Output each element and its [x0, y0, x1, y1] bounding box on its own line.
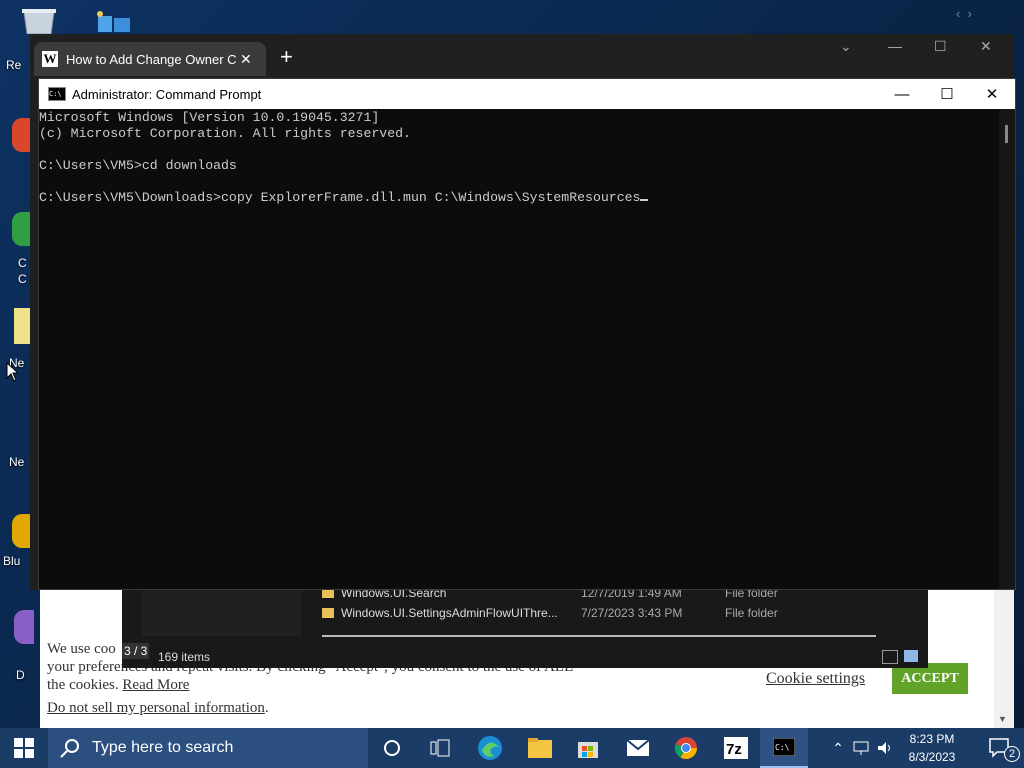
desktop-icon-label: Blu	[3, 554, 21, 568]
new-tab-button[interactable]: +	[280, 46, 293, 68]
cmd-title: Administrator: Command Prompt	[72, 86, 262, 102]
volume-icon[interactable]	[874, 728, 896, 768]
page-indicator: 3 / 3	[122, 643, 150, 659]
cmd-console[interactable]: Microsoft Windows [Version 10.0.19045.32…	[39, 109, 999, 590]
desktop-app-icon[interactable]	[12, 514, 32, 548]
minimize-icon[interactable]: —	[888, 38, 902, 54]
chevron-up-icon[interactable]: ⌃	[828, 728, 848, 768]
chrome-icon[interactable]	[662, 728, 710, 768]
details-view-icon[interactable]	[882, 650, 898, 664]
cmd-scrollbar[interactable]	[999, 109, 1015, 589]
nav-arrows: ‹ ›	[956, 6, 972, 21]
cortana-icon[interactable]	[368, 728, 416, 768]
notification-count-badge: 2	[1004, 746, 1020, 762]
minimize-button[interactable]: —	[879, 79, 925, 109]
close-tab-icon[interactable]: ✕	[240, 51, 252, 68]
desktop-icon-label: Ne	[9, 455, 25, 469]
read-more-link[interactable]: Read More	[122, 677, 189, 693]
cmd-taskbar-icon[interactable]: C:\	[760, 728, 808, 768]
desktop-app-icon[interactable]	[12, 118, 32, 152]
desktop-icon-label: Re	[6, 58, 22, 72]
desktop-icon-label: C	[18, 256, 27, 270]
file-explorer-window: Windows.UI.Search 12/7/2019 1:49 AM File…	[122, 586, 928, 668]
folder-icon	[322, 608, 334, 618]
file-date: 7/27/2023 3:43 PM	[581, 606, 683, 620]
desktop-icon-label: D	[16, 668, 25, 682]
browser-tab-strip: W How to Add Change Owner Cont ✕ + ⌄ — ☐…	[30, 34, 1014, 80]
tiles-view-icon[interactable]	[904, 650, 918, 662]
clock-time: 8:23 PM	[909, 732, 955, 746]
svg-text:7z: 7z	[726, 741, 742, 758]
close-window-icon[interactable]: ✕	[980, 38, 992, 55]
browser-tab-title: How to Add Change Owner Cont	[66, 51, 236, 67]
file-explorer-icon[interactable]	[516, 728, 564, 768]
file-type: File folder	[725, 606, 778, 620]
maximize-icon[interactable]: ☐	[934, 38, 947, 55]
browser-tab[interactable]: W How to Add Change Owner Cont ✕	[34, 42, 266, 76]
list-item[interactable]: Windows.UI.SettingsAdminFlowUIThre... 7/…	[322, 603, 778, 623]
scrollbar-thumb[interactable]	[1005, 125, 1008, 143]
horizontal-scrollbar[interactable]	[322, 635, 876, 637]
cmd-icon: C:\	[48, 87, 66, 101]
edge-icon[interactable]	[466, 728, 514, 768]
notification-center-button[interactable]: 2	[976, 728, 1024, 768]
start-button[interactable]	[0, 728, 48, 768]
cookie-settings-link[interactable]: Cookie settings	[766, 670, 865, 688]
clock-date: 8/3/2023	[908, 750, 956, 764]
do-not-sell-link[interactable]: Do not sell my personal information	[47, 700, 265, 716]
recycle-bin-icon[interactable]	[20, 8, 58, 35]
file-name: Windows.UI.SettingsAdminFlowUIThre...	[341, 606, 558, 620]
scroll-down-icon[interactable]: ▼	[998, 714, 1007, 724]
mail-icon[interactable]	[614, 728, 662, 768]
text-cursor	[640, 199, 649, 201]
close-button[interactable]: ✕	[969, 79, 1015, 109]
desktop-app-icon[interactable]	[12, 212, 32, 246]
maximize-button[interactable]: ☐	[924, 79, 970, 109]
svg-text:C:\: C:\	[775, 743, 790, 752]
cookie-text-line: the cookies.	[47, 677, 119, 693]
site-favicon-icon: W	[42, 51, 58, 67]
cmd-title-bar[interactable]: C:\ Administrator: Command Prompt — ☐ ✕	[39, 79, 1015, 109]
console-line: (c) Microsoft Corporation. All rights re…	[39, 126, 411, 141]
desktop-app-icon[interactable]	[14, 610, 34, 644]
store-icon[interactable]	[564, 728, 612, 768]
network-icon[interactable]	[850, 728, 872, 768]
windows-logo-icon	[14, 738, 34, 758]
desktop-icon-label: C	[18, 272, 27, 286]
7zip-icon[interactable]: 7z	[712, 728, 760, 768]
taskbar-search-box[interactable]: Type here to search	[48, 728, 368, 768]
console-input-line: C:\Users\VM5\Downloads>copy ExplorerFram…	[39, 190, 641, 205]
command-prompt-window: C:\ Administrator: Command Prompt — ☐ ✕ …	[38, 78, 1016, 590]
do-not-sell-link-wrap: Do not sell my personal information.	[47, 700, 269, 716]
search-placeholder: Type here to search	[92, 739, 234, 756]
item-count: 169 items	[158, 650, 211, 664]
taskbar: Type here to search 7z C:\ ⌃ 8:23 PM 8/3…	[0, 728, 1024, 768]
search-icon	[60, 739, 79, 758]
console-line: C:\Users\VM5>cd downloads	[39, 158, 237, 173]
desktop-app-icon[interactable]	[92, 10, 132, 34]
mouse-cursor-icon	[6, 361, 20, 387]
chevron-down-icon[interactable]: ⌄	[840, 38, 852, 55]
clock[interactable]: 8:23 PM 8/3/2023	[898, 730, 966, 766]
task-view-icon[interactable]	[416, 728, 464, 768]
console-line: Microsoft Windows [Version 10.0.19045.32…	[39, 110, 380, 125]
